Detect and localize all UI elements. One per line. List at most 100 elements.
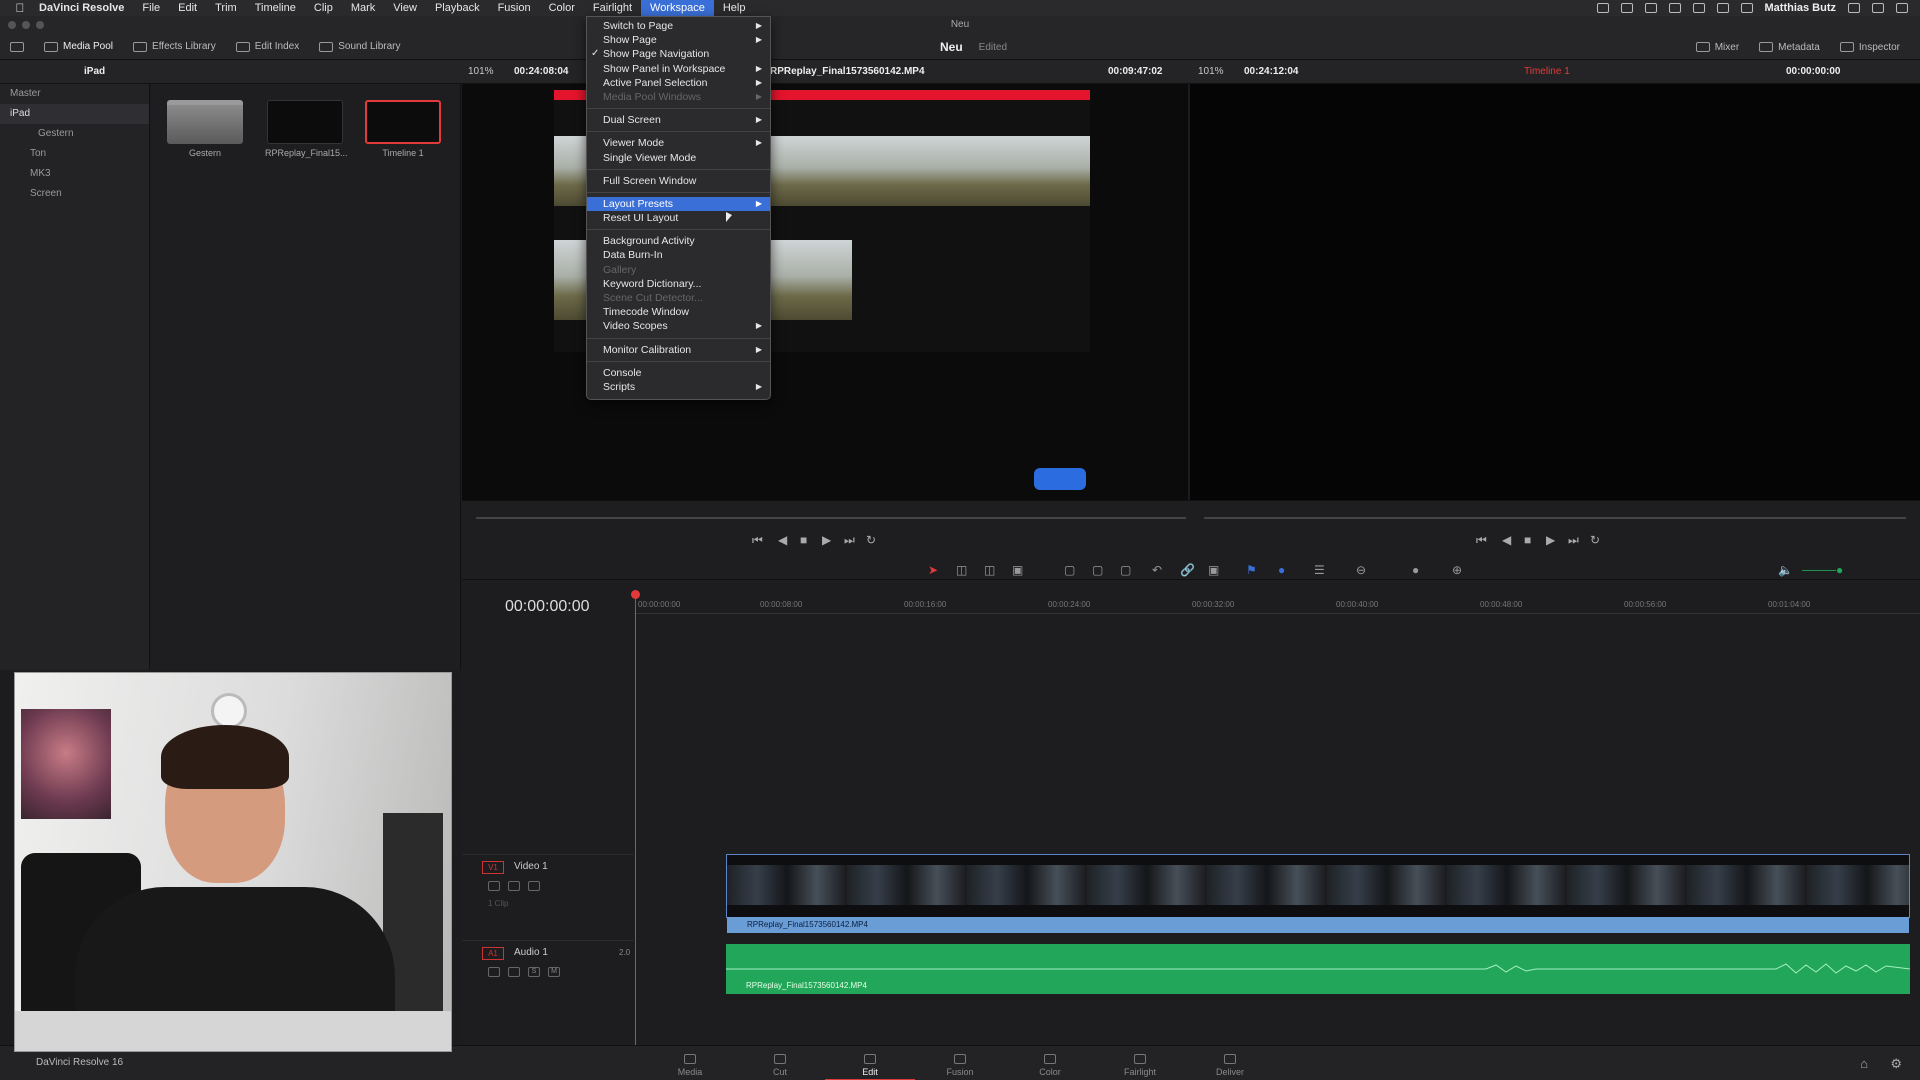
trim-tool-icon[interactable]: ◫ (956, 563, 967, 577)
track-badge[interactable]: V1 (482, 861, 504, 874)
blade-tool-icon[interactable]: ▣ (1012, 563, 1023, 577)
menu-item-switch-to-page[interactable]: Switch to Page ▶ (587, 19, 770, 33)
track-badge[interactable]: A1 (482, 947, 504, 960)
flag-icon[interactable]: ⚑ (1246, 563, 1257, 577)
menu-workspace[interactable]: Workspace (641, 0, 714, 16)
go-to-end-icon[interactable]: ⏭ (844, 533, 855, 548)
tab-fusion[interactable]: Fusion (915, 1046, 1005, 1080)
bin-mk3[interactable]: MK3 (0, 164, 149, 184)
menu-item-monitor-calibration[interactable]: Monitor Calibration ▶ (587, 343, 770, 357)
lock-icon[interactable] (488, 881, 500, 891)
sound-library-button[interactable]: Sound Library (309, 34, 410, 60)
siri-icon[interactable] (1872, 3, 1884, 13)
go-to-end-icon[interactable]: ⏭ (1568, 533, 1579, 548)
timeline-panel[interactable]: 00:00:00:00 00:00:00:00 00:00:08:00 00:0… (462, 580, 1920, 1045)
menu-file[interactable]: File (133, 0, 169, 16)
home-icon[interactable]: ⌂ (1860, 1056, 1868, 1071)
loop-icon[interactable]: ↻ (866, 533, 876, 547)
panel-toggle-button[interactable] (0, 34, 34, 60)
thumbnail-folder[interactable]: Gestern (165, 100, 245, 158)
go-to-start-icon[interactable]: ⏮ (752, 533, 763, 548)
thumbnail-clip[interactable]: RPReplay_Final15... (265, 100, 348, 158)
menu-item-show-page-navigation[interactable]: ✓ Show Page Navigation (587, 47, 770, 61)
dynamic-trim-icon[interactable]: ◫ (984, 563, 995, 577)
mute-button[interactable]: M (548, 967, 560, 977)
source-clip-name[interactable]: RPReplay_Final1573560142.MP4 (770, 66, 925, 77)
menu-view[interactable]: View (384, 0, 426, 16)
menu-item-background-activity[interactable]: Background Activity (587, 234, 770, 248)
timeline-ruler[interactable]: 00:00:00:00 00:00:08:00 00:00:16:00 00:0… (634, 590, 1920, 614)
menu-item-active-panel-selection[interactable]: Active Panel Selection ▶ (587, 76, 770, 90)
bin-master[interactable]: Master (0, 84, 149, 104)
auto-select-icon[interactable] (508, 967, 520, 977)
zoom-slider-knob[interactable]: ● (1412, 563, 1419, 577)
snapping-icon[interactable]: ↶ (1152, 563, 1162, 577)
menu-item-viewer-mode[interactable]: Viewer Mode ▶ (587, 136, 770, 150)
timeline-scrubber[interactable] (1204, 517, 1906, 519)
apple-icon[interactable]:  (10, 1, 30, 15)
app-menu[interactable]: DaVinci Resolve (30, 0, 133, 16)
menu-clip[interactable]: Clip (305, 0, 342, 16)
tab-media[interactable]: Media (645, 1046, 735, 1080)
menu-item-scripts[interactable]: Scripts ▶ (587, 380, 770, 394)
menu-edit[interactable]: Edit (169, 0, 206, 16)
camera-overlay-button[interactable] (1034, 468, 1086, 490)
media-pool-button[interactable]: Media Pool (34, 34, 123, 60)
menu-item-dual-screen[interactable]: Dual Screen ▶ (587, 113, 770, 127)
metadata-button[interactable]: Metadata (1749, 34, 1830, 60)
bin-ipad[interactable]: iPad (0, 104, 149, 124)
play-reverse-icon[interactable]: ◀ (778, 533, 787, 547)
menu-fusion[interactable]: Fusion (489, 0, 540, 16)
tab-edit[interactable]: Edit (825, 1046, 915, 1080)
stop-icon[interactable]: ■ (800, 533, 807, 547)
timeline-viewer[interactable] (1190, 84, 1920, 500)
menu-timeline[interactable]: Timeline (246, 0, 305, 16)
menu-item-full-screen-window[interactable]: Full Screen Window (587, 174, 770, 188)
screen-icon[interactable] (1596, 3, 1609, 13)
wifi-icon[interactable] (1716, 3, 1729, 13)
menu-item-data-burn-in[interactable]: Data Burn-In (587, 248, 770, 262)
source-viewer[interactable] (462, 84, 1188, 500)
sync-icon[interactable] (1644, 3, 1657, 13)
replace-clip-icon[interactable]: ▢ (1120, 563, 1131, 577)
zoom-in-icon[interactable]: ⊕ (1452, 563, 1462, 577)
playhead[interactable] (635, 592, 636, 1045)
bin-screen[interactable]: Screen (0, 184, 149, 204)
menu-item-console[interactable]: Console (587, 366, 770, 380)
notification-center-icon[interactable] (1896, 3, 1908, 13)
menu-item-show-panel-in-workspace[interactable]: Show Panel in Workspace ▶ (587, 62, 770, 76)
tab-deliver[interactable]: Deliver (1185, 1046, 1275, 1080)
inspector-button[interactable]: Inspector (1830, 34, 1910, 60)
stop-icon[interactable]: ■ (1524, 533, 1531, 547)
selection-tool-icon[interactable]: ➤ (928, 563, 938, 577)
audio-clip[interactable]: RPReplay_Final1573560142.MP4 (726, 944, 1910, 994)
source-scrubber[interactable] (476, 517, 1186, 519)
time-machine-icon[interactable] (1668, 3, 1681, 13)
speaker-icon[interactable]: 🔈 (1778, 563, 1793, 577)
video-clip[interactable]: RPReplay_Final1573560142.MP4 (726, 854, 1910, 933)
tab-fairlight[interactable]: Fairlight (1095, 1046, 1185, 1080)
marker-icon[interactable]: ● (1278, 563, 1285, 577)
menu-item-single-viewer-mode[interactable]: Single Viewer Mode (587, 151, 770, 165)
timeline-zoom-select[interactable]: 101% (1198, 66, 1224, 77)
user-name[interactable]: Matthias Butz (1765, 2, 1837, 14)
menu-fairlight[interactable]: Fairlight (584, 0, 641, 16)
menu-item-timecode-window[interactable]: Timecode Window (587, 305, 770, 319)
zoom-out-icon[interactable]: ⊖ (1356, 563, 1366, 577)
loop-icon[interactable]: ↻ (1590, 533, 1600, 547)
spotlight-icon[interactable] (1848, 3, 1860, 13)
tab-color[interactable]: Color (1005, 1046, 1095, 1080)
menu-playback[interactable]: Playback (426, 0, 489, 16)
timeline-view-options-icon[interactable]: ☰ (1314, 563, 1325, 577)
lock-icon[interactable] (488, 967, 500, 977)
track-visibility-icon[interactable] (528, 881, 540, 891)
position-lock-icon[interactable]: ▣ (1208, 563, 1219, 577)
solo-button[interactable]: S (528, 967, 540, 977)
source-zoom-select[interactable]: 101% (468, 66, 494, 77)
bin-ton[interactable]: Ton (0, 144, 149, 164)
volume-slider[interactable]: ────● (1802, 563, 1843, 577)
battery-icon[interactable] (1740, 3, 1753, 13)
auto-select-icon[interactable] (508, 881, 520, 891)
timeline-name-select[interactable]: Timeline 1 (1524, 66, 1570, 77)
bin-gestern[interactable]: Gestern (0, 124, 149, 144)
